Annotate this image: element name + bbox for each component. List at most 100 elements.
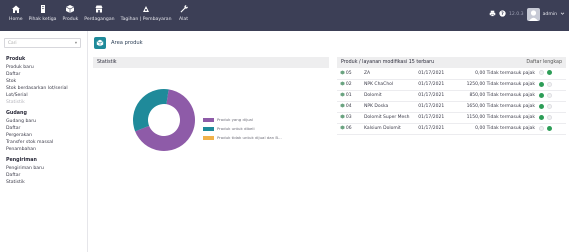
svg-text:?: ? bbox=[501, 11, 504, 17]
table-row: 06 Kalsium Dolomit 01/17/2021 0,00 Tidak… bbox=[337, 123, 566, 135]
sell-status-dot bbox=[539, 103, 545, 109]
sidebar-item-new-shipment[interactable]: Pengiriman baru bbox=[6, 165, 86, 172]
sidebar-item-list[interactable]: Daftar bbox=[6, 172, 86, 179]
top-right-tools: ? 12.0.3 admin bbox=[489, 8, 565, 21]
sell-status-dot bbox=[539, 70, 545, 76]
nav-commerce-label: Perdagangan bbox=[84, 17, 115, 22]
product-ref-link[interactable]: 05 bbox=[345, 68, 364, 80]
sidebar-item-statistics[interactable]: Statistik bbox=[6, 179, 86, 186]
sidebar-item-additions[interactable]: Penambahan bbox=[6, 146, 86, 153]
buy-status-dot bbox=[546, 125, 552, 131]
page-header: Area produk bbox=[94, 37, 143, 49]
product-name: Dolomit Super Mesh bbox=[363, 112, 419, 124]
status-cell bbox=[539, 123, 566, 135]
buy-status-dot bbox=[546, 103, 552, 109]
product-ref-link[interactable]: 02 bbox=[345, 79, 364, 91]
building-icon bbox=[37, 3, 49, 15]
legend-swatch-bought bbox=[203, 126, 214, 131]
sidebar-group-title[interactable]: Gudang bbox=[6, 110, 86, 118]
sidebar-item-new-product[interactable]: Produk baru bbox=[6, 64, 86, 71]
chart-legend: Produk yang dijual Produk untuk dibeli P… bbox=[203, 117, 282, 144]
product-ref-link[interactable]: 01 bbox=[345, 90, 364, 102]
latest-products-panel: Produk / layanan modifikasi 15 terbaru D… bbox=[337, 57, 566, 191]
legend-item: Produk yang dijual bbox=[203, 117, 282, 122]
statistics-panel-title: Statistik bbox=[93, 57, 329, 68]
statistics-panel: Statistik Produk yang dijual Produk untu… bbox=[93, 57, 329, 187]
product-icon bbox=[337, 123, 346, 135]
buy-status-dot bbox=[546, 92, 552, 98]
product-icon bbox=[337, 101, 346, 113]
sidebar-group-title[interactable]: Pengiriman bbox=[6, 157, 86, 165]
nav-billing[interactable]: Tagihan | Pembayaran bbox=[118, 3, 175, 29]
product-name: NPK ChaChol bbox=[363, 79, 419, 91]
shop-icon bbox=[93, 3, 105, 15]
price-amount: 1650,00 Tidak termasuk pajak bbox=[466, 101, 540, 113]
sidebar-item-lot-serial[interactable]: Lot/Serial bbox=[6, 92, 86, 99]
latest-products-header: Produk / layanan modifikasi 15 terbaru D… bbox=[337, 57, 566, 68]
modified-date: 01/17/2021 bbox=[418, 112, 467, 124]
table-row: 04 NPK Doska 01/17/2021 1650,00 Tidak te… bbox=[337, 101, 566, 113]
nav-home[interactable]: Home bbox=[6, 3, 26, 29]
page-title: Area produk bbox=[111, 40, 143, 46]
status-cell bbox=[539, 68, 566, 80]
table-row: 05 ZA 01/17/2021 0,00 Tidak termasuk paj… bbox=[337, 68, 566, 80]
sidebar-group-shipping: Pengiriman Pengiriman baru Daftar Statis… bbox=[6, 157, 86, 186]
donut-slice-1 bbox=[133, 89, 169, 132]
version-label: 12.0.3 bbox=[508, 12, 524, 17]
nav-products[interactable]: Produk bbox=[60, 3, 82, 29]
legend-label-none: Produk tidak untuk dijual dan B... bbox=[217, 135, 282, 140]
modified-date: 01/17/2021 bbox=[418, 90, 467, 102]
main-content: Area produk Statistik Produk yang dijual… bbox=[89, 31, 569, 252]
sidebar-item-list[interactable]: Daftar bbox=[6, 71, 86, 78]
sidebar-item-statistics[interactable]: Statistik bbox=[6, 99, 86, 106]
chevron-down-icon[interactable] bbox=[560, 11, 565, 18]
nav-third-party[interactable]: Pihak ketiga bbox=[26, 3, 60, 29]
nav-tools[interactable]: Alat bbox=[175, 3, 193, 29]
sidebar-item-new-warehouse[interactable]: Gudang baru bbox=[6, 118, 86, 125]
buy-status-dot bbox=[546, 70, 552, 76]
price-amount: 0,00 Tidak termasuk pajak bbox=[466, 123, 540, 135]
sell-status-dot bbox=[539, 125, 545, 131]
avatar[interactable] bbox=[526, 8, 540, 21]
sidebar-search-select[interactable]: Cari ▾ bbox=[4, 38, 81, 48]
status-cell bbox=[539, 101, 566, 113]
modified-date: 01/17/2021 bbox=[418, 79, 467, 91]
legend-item: Produk untuk dibeli bbox=[203, 126, 282, 131]
nav-tools-label: Alat bbox=[178, 17, 189, 22]
legend-swatch-none bbox=[203, 135, 214, 140]
sidebar-item-movements[interactable]: Pergerakan bbox=[6, 132, 86, 139]
user-name[interactable]: admin bbox=[543, 12, 557, 17]
sidebar-item-stock[interactable]: Stok bbox=[6, 78, 86, 85]
print-icon[interactable] bbox=[489, 10, 496, 19]
latest-products-table: 05 ZA 01/17/2021 0,00 Tidak termasuk paj… bbox=[337, 68, 566, 135]
sidebar-item-mass-transfer[interactable]: Transfer stok massal bbox=[6, 139, 86, 146]
nav-commerce[interactable]: Perdagangan bbox=[81, 3, 117, 29]
table-row: 01 Dolomit 01/17/2021 850,00 Tidak terma… bbox=[337, 90, 566, 102]
product-ref-link[interactable]: 04 bbox=[345, 101, 364, 113]
product-icon bbox=[337, 112, 346, 124]
product-area-icon bbox=[94, 37, 106, 49]
product-ref-link[interactable]: 03 bbox=[345, 112, 364, 124]
nav-third-party-label: Pihak ketiga bbox=[28, 17, 57, 22]
status-cell bbox=[539, 112, 566, 124]
sidebar-group-title[interactable]: Produk bbox=[6, 56, 86, 64]
price-amount: 0,00 Tidak termasuk pajak bbox=[466, 68, 540, 80]
legend-label-bought: Produk untuk dibeli bbox=[217, 126, 255, 131]
price-amount: 1150,00 Tidak termasuk pajak bbox=[466, 112, 540, 124]
chevron-down-icon: ▾ bbox=[74, 40, 77, 46]
buy-status-dot bbox=[546, 81, 552, 87]
nav-billing-label: Tagihan | Pembayaran bbox=[120, 17, 172, 22]
cube-icon bbox=[64, 3, 76, 15]
full-list-link[interactable]: Daftar lengkap bbox=[526, 60, 562, 65]
help-icon[interactable]: ? bbox=[499, 10, 506, 19]
product-ref-link[interactable]: 06 bbox=[345, 123, 364, 135]
nav-home-label: Home bbox=[9, 17, 23, 22]
sidebar-item-stock-by-lot[interactable]: Stok berdasarkan lot/serial bbox=[6, 85, 86, 92]
legend-item: Produk tidak untuk dijual dan B... bbox=[203, 135, 282, 140]
sidebar-group-products: Produk Produk baru Daftar Stok Stok berd… bbox=[6, 56, 86, 106]
sell-status-dot bbox=[539, 114, 545, 120]
search-placeholder: Cari bbox=[8, 40, 17, 46]
sidebar-item-list[interactable]: Daftar bbox=[6, 125, 86, 132]
sell-status-dot bbox=[539, 92, 545, 98]
top-nav: Home Pihak ketiga Produk Perdagangan Tag… bbox=[6, 3, 193, 29]
